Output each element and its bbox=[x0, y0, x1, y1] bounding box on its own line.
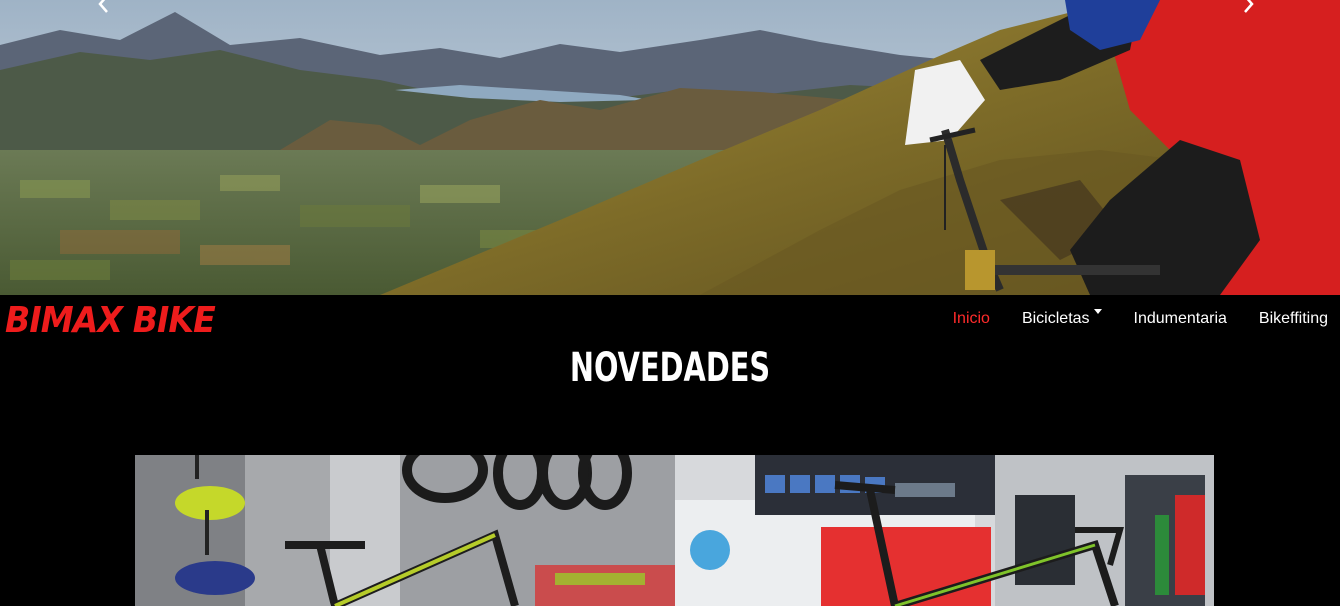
nav-item-label: Bicicletas bbox=[1021, 310, 1090, 327]
chevron-right-icon bbox=[1244, 0, 1254, 13]
store-photo bbox=[135, 455, 1214, 606]
hero-carousel bbox=[0, 0, 1340, 295]
carousel-next-button[interactable] bbox=[1238, 0, 1258, 14]
nav-item-label: Inicio bbox=[952, 310, 990, 327]
brand-logo[interactable]: BIMAX BIKE bbox=[5, 300, 216, 341]
nav-links: Inicio Bicicletas Indumentaria Bikeffiti… bbox=[937, 309, 1328, 328]
nav-item-label: Indumentaria bbox=[1133, 310, 1227, 327]
showcase-image bbox=[135, 455, 1214, 606]
nav-item-bikeffiting[interactable]: Bikeffiting bbox=[1243, 310, 1328, 328]
nav-item-label: Bikeffiting bbox=[1258, 310, 1328, 327]
nav-item-indumentaria[interactable]: Indumentaria bbox=[1118, 310, 1243, 328]
nav-item-bicicletas[interactable]: Bicicletas bbox=[1006, 309, 1118, 328]
carousel-prev-button[interactable] bbox=[94, 0, 114, 14]
hero-image bbox=[0, 0, 1340, 295]
chevron-left-icon bbox=[98, 0, 108, 13]
section-title: NOVEDADES bbox=[569, 345, 771, 391]
dropdown-caret-icon bbox=[1093, 309, 1102, 314]
main-navbar: BIMAX BIKE Inicio Bicicletas Indumentari… bbox=[0, 295, 1340, 345]
nav-item-inicio[interactable]: Inicio bbox=[937, 310, 1006, 328]
